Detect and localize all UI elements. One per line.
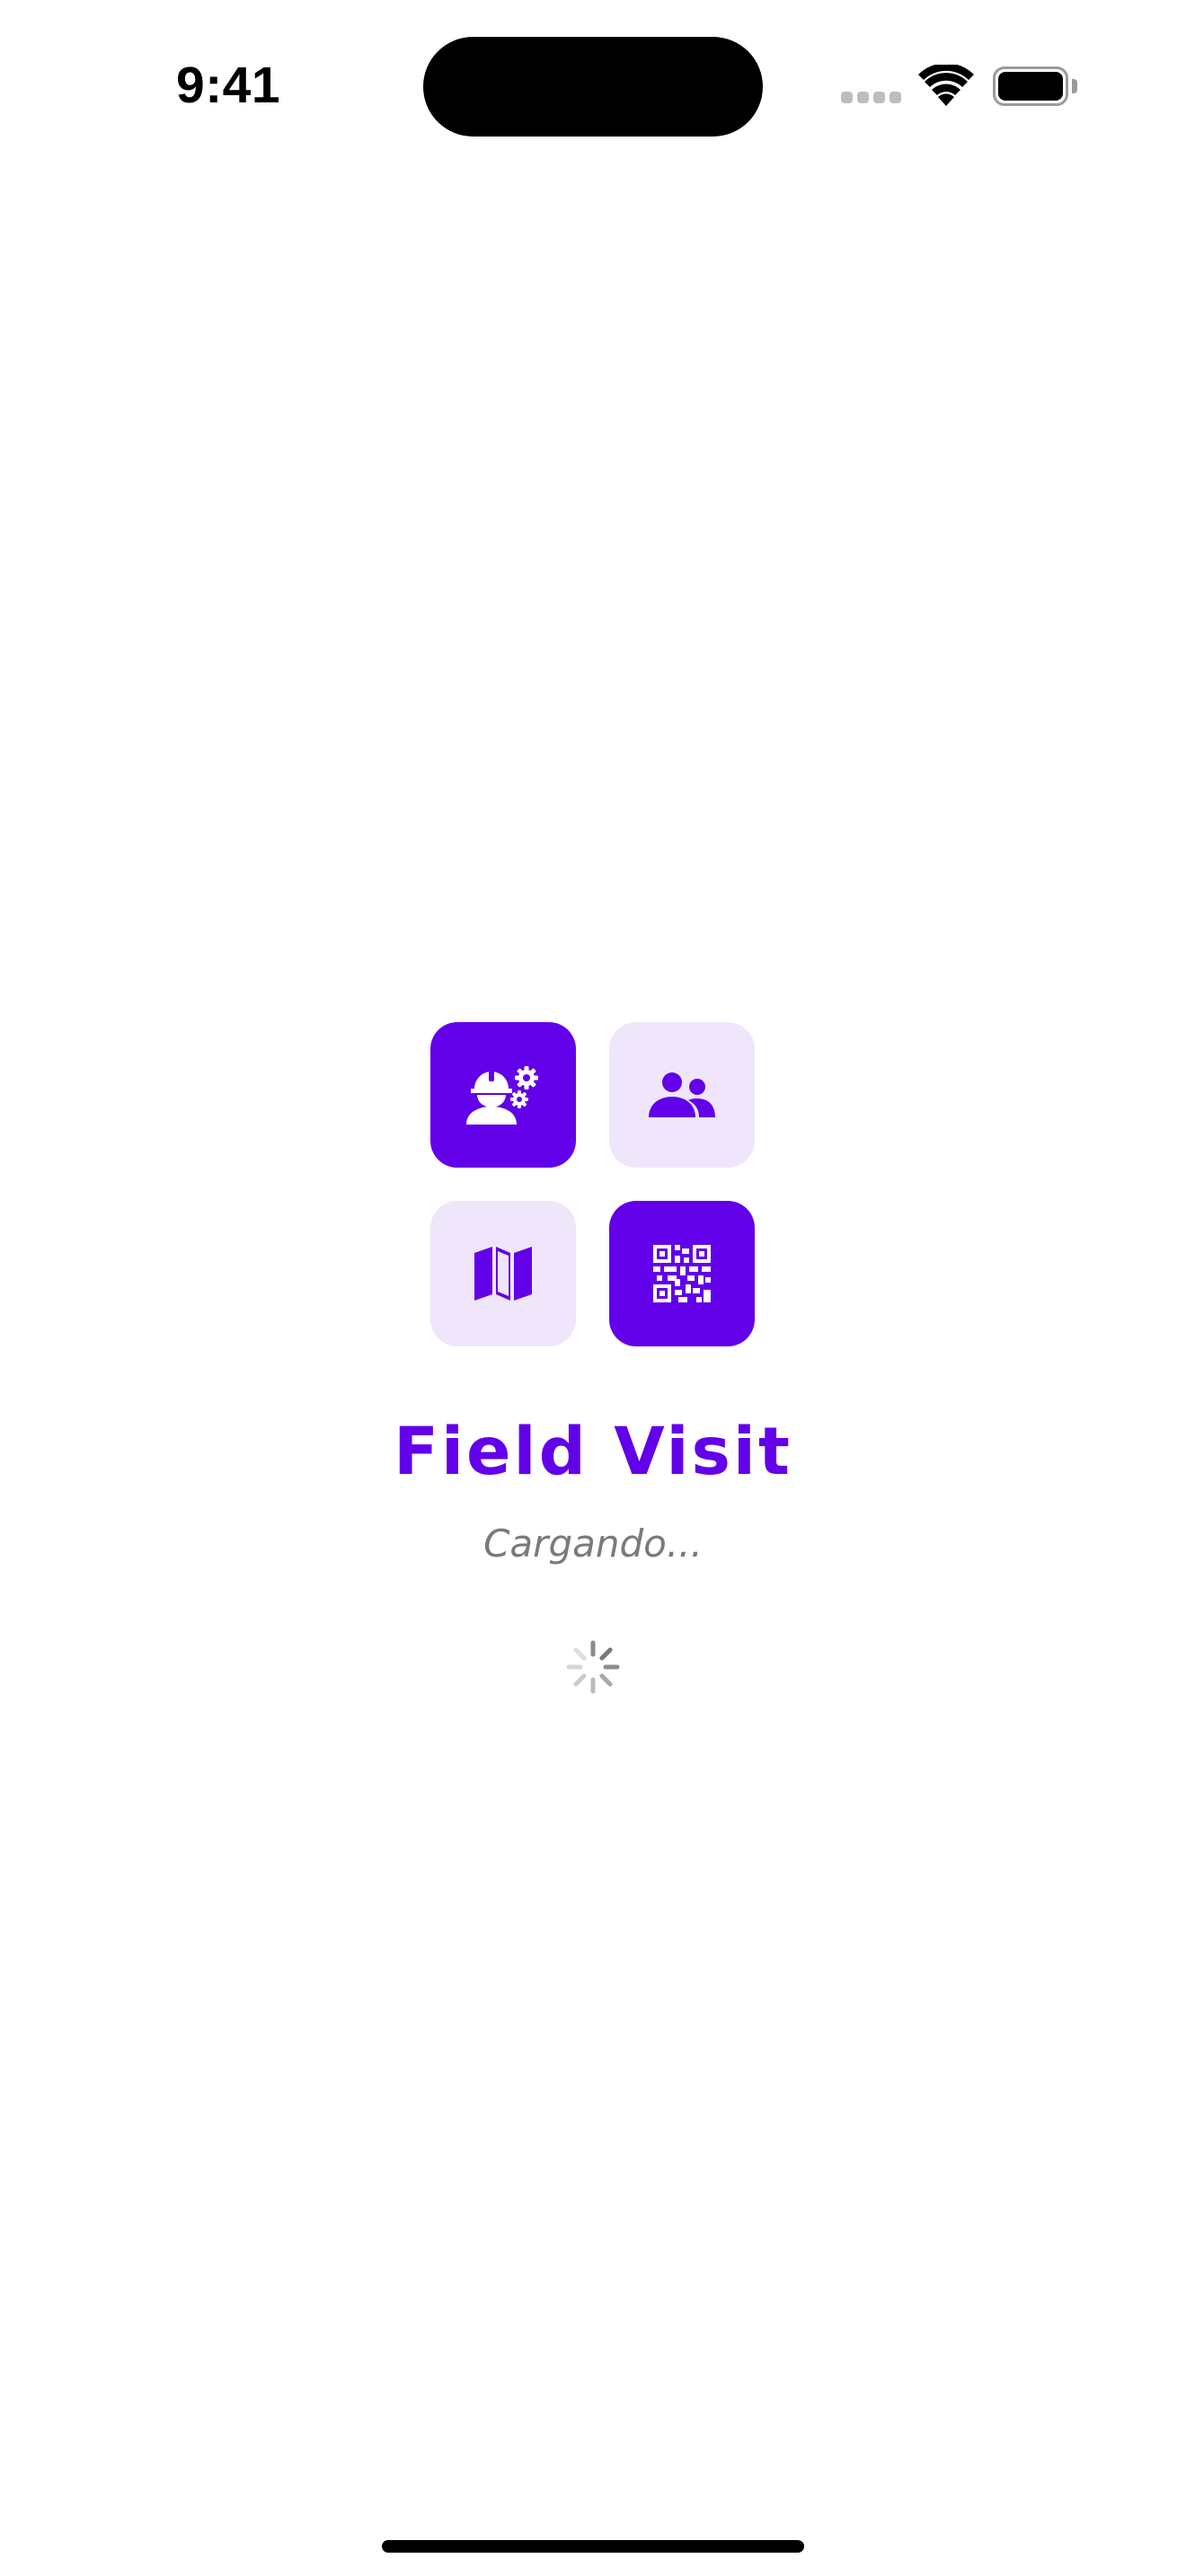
status-time: 9:41	[176, 57, 281, 114]
app-title: Field Visit	[394, 1414, 792, 1490]
home-indicator[interactable]	[382, 2540, 804, 2553]
map-tile	[430, 1201, 576, 1346]
status-bar: 9:41	[0, 0, 1186, 171]
map-icon	[474, 1246, 532, 1301]
qr-code-icon	[653, 1245, 711, 1302]
dynamic-island	[423, 37, 763, 137]
qr-code-tile	[609, 1201, 755, 1346]
people-icon	[649, 1072, 715, 1118]
engineer-tile	[430, 1022, 576, 1168]
cellular-signal-icon	[841, 92, 902, 104]
people-tile	[609, 1022, 755, 1168]
loading-text: Cargando...	[483, 1522, 703, 1566]
battery-icon	[993, 66, 1079, 106]
wifi-icon	[918, 63, 974, 108]
loading-spinner-icon	[566, 1640, 620, 1694]
engineer-gears-icon	[465, 1063, 541, 1126]
